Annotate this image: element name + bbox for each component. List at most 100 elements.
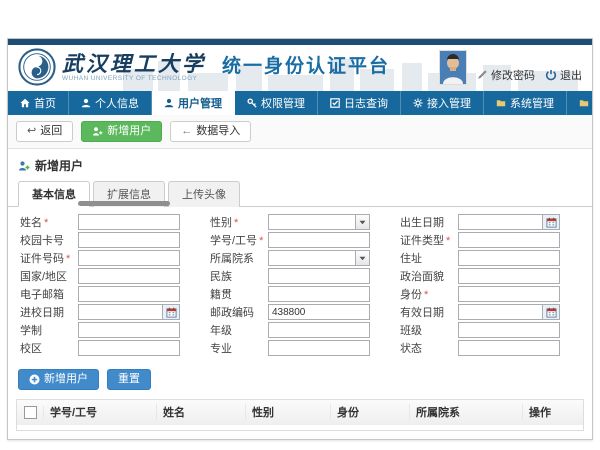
field-input[interactable]: 438800 bbox=[268, 304, 370, 320]
form-field: 有效日期 bbox=[400, 304, 580, 320]
field-label: 班级 bbox=[400, 322, 458, 338]
table-header-cell: 学号/工号 bbox=[44, 404, 157, 420]
field-label: 国家/地区 bbox=[20, 268, 78, 284]
brand-block: 武汉理工大学 WUHAN UNIVERSITY OF TECHNOLOGY 统一… bbox=[18, 48, 390, 86]
reset-button[interactable]: 重置 bbox=[107, 369, 151, 390]
field-input[interactable] bbox=[268, 214, 370, 230]
gear-icon bbox=[413, 98, 423, 108]
tab-3[interactable]: 上传头像 bbox=[168, 181, 240, 207]
field-input[interactable] bbox=[268, 286, 370, 302]
field-input[interactable] bbox=[78, 250, 180, 266]
field-value: 438800 bbox=[269, 307, 308, 318]
field-input[interactable] bbox=[78, 304, 180, 320]
nav-item-label: 订阅管理 bbox=[593, 95, 600, 111]
table-header-cell: 姓名 bbox=[157, 404, 246, 420]
add-user-submit-label: 新增用户 bbox=[44, 373, 88, 386]
nav-item-label: 个人信息 bbox=[95, 95, 139, 111]
field-label: 校园卡号 bbox=[20, 232, 78, 248]
data-import-button[interactable]: ← 数据导入 bbox=[170, 121, 251, 142]
pencil-icon bbox=[477, 69, 488, 80]
nav-item-4[interactable]: 权限管理 bbox=[235, 91, 318, 115]
form-field: 住址 bbox=[400, 250, 580, 266]
form-field: 学制 bbox=[20, 322, 200, 338]
change-password-link[interactable]: 修改密码 bbox=[477, 67, 535, 83]
field-input[interactable] bbox=[458, 214, 560, 230]
form-field: 所属院系 bbox=[210, 250, 390, 266]
field-label: 证件号码* bbox=[20, 250, 78, 266]
back-button[interactable]: ↩ 返回 bbox=[16, 121, 73, 142]
nav-item-label: 用户管理 bbox=[178, 95, 222, 111]
calendar-icon[interactable] bbox=[542, 305, 559, 319]
university-names: 武汉理工大学 WUHAN UNIVERSITY OF TECHNOLOGY bbox=[62, 52, 206, 82]
field-input[interactable] bbox=[458, 286, 560, 302]
field-input[interactable] bbox=[458, 340, 560, 356]
field-input[interactable] bbox=[458, 268, 560, 284]
field-label: 所属院系 bbox=[210, 250, 268, 266]
field-label: 身份* bbox=[400, 286, 458, 302]
page-title: 统一身份认证平台 bbox=[222, 51, 390, 84]
add-user-section-icon bbox=[18, 160, 30, 172]
nav-item-5[interactable]: 日志查询 bbox=[318, 91, 401, 115]
required-marker: * bbox=[66, 253, 70, 265]
nav-item-1[interactable]: 首页 bbox=[8, 91, 69, 115]
form-field: 证件类型* bbox=[400, 232, 580, 248]
form-field: 校园卡号 bbox=[20, 232, 200, 248]
field-input[interactable] bbox=[78, 322, 180, 338]
calendar-icon[interactable] bbox=[542, 215, 559, 229]
field-label: 校区 bbox=[20, 340, 78, 356]
toolbar: ↩ 返回 新增用户 ← 数据导入 bbox=[8, 115, 592, 149]
field-input[interactable] bbox=[458, 322, 560, 338]
field-input[interactable] bbox=[78, 214, 180, 230]
field-input[interactable] bbox=[78, 340, 180, 356]
field-input[interactable] bbox=[268, 268, 370, 284]
field-label: 姓名* bbox=[20, 214, 78, 230]
nav-item-2[interactable]: 个人信息 bbox=[69, 91, 152, 115]
form-field: 政治面貌 bbox=[400, 268, 580, 284]
field-input[interactable] bbox=[268, 232, 370, 248]
form-field: 邮政编码438800 bbox=[210, 304, 390, 320]
required-marker: * bbox=[259, 235, 263, 247]
form-field: 校区 bbox=[20, 340, 200, 356]
university-logo-icon bbox=[18, 48, 56, 86]
home-icon bbox=[20, 98, 30, 108]
field-input[interactable] bbox=[458, 232, 560, 248]
select-all-checkbox[interactable] bbox=[24, 406, 37, 419]
field-label: 电子邮箱 bbox=[20, 286, 78, 302]
plus-circle-icon bbox=[29, 374, 40, 385]
add-user-submit-button[interactable]: 新增用户 bbox=[18, 369, 99, 390]
chevron-down-icon[interactable] bbox=[355, 215, 369, 229]
calendar-icon[interactable] bbox=[162, 305, 179, 319]
chevron-down-icon[interactable] bbox=[355, 251, 369, 265]
required-marker: * bbox=[44, 217, 48, 229]
main-nav: 首页个人信息用户管理权限管理日志查询接入管理系统管理订阅管理 bbox=[8, 91, 592, 115]
nav-item-7[interactable]: 系统管理 bbox=[484, 91, 567, 115]
logout-label: 退出 bbox=[560, 67, 582, 83]
nav-item-3[interactable]: 用户管理 bbox=[152, 91, 235, 115]
field-input[interactable] bbox=[458, 304, 560, 320]
avatar[interactable] bbox=[439, 50, 467, 85]
field-input[interactable] bbox=[268, 250, 370, 266]
field-label: 民族 bbox=[210, 268, 268, 284]
field-label: 有效日期 bbox=[400, 304, 458, 320]
required-marker: * bbox=[424, 289, 428, 301]
field-input[interactable] bbox=[458, 250, 560, 266]
form-field: 状态 bbox=[400, 340, 580, 356]
field-input[interactable] bbox=[268, 322, 370, 338]
form-actions: 新增用户 重置 bbox=[8, 364, 592, 397]
folder-icon bbox=[496, 98, 506, 108]
add-user-toolbar-button[interactable]: 新增用户 bbox=[81, 121, 162, 142]
field-label: 进校日期 bbox=[20, 304, 78, 320]
field-input[interactable] bbox=[78, 268, 180, 284]
nav-item-8[interactable]: 订阅管理 bbox=[567, 91, 600, 115]
nav-item-6[interactable]: 接入管理 bbox=[401, 91, 484, 115]
logout-link[interactable]: 退出 bbox=[545, 67, 582, 83]
section-header: 新增用户 bbox=[8, 149, 592, 176]
field-input[interactable] bbox=[78, 232, 180, 248]
field-input[interactable] bbox=[268, 340, 370, 356]
scrollbar-thumb[interactable] bbox=[78, 201, 170, 206]
field-label: 住址 bbox=[400, 250, 458, 266]
field-input[interactable] bbox=[78, 286, 180, 302]
field-label: 出生日期 bbox=[400, 214, 458, 230]
app-window: 武汉理工大学 WUHAN UNIVERSITY OF TECHNOLOGY 统一… bbox=[7, 38, 593, 440]
form-field: 国家/地区 bbox=[20, 268, 200, 284]
